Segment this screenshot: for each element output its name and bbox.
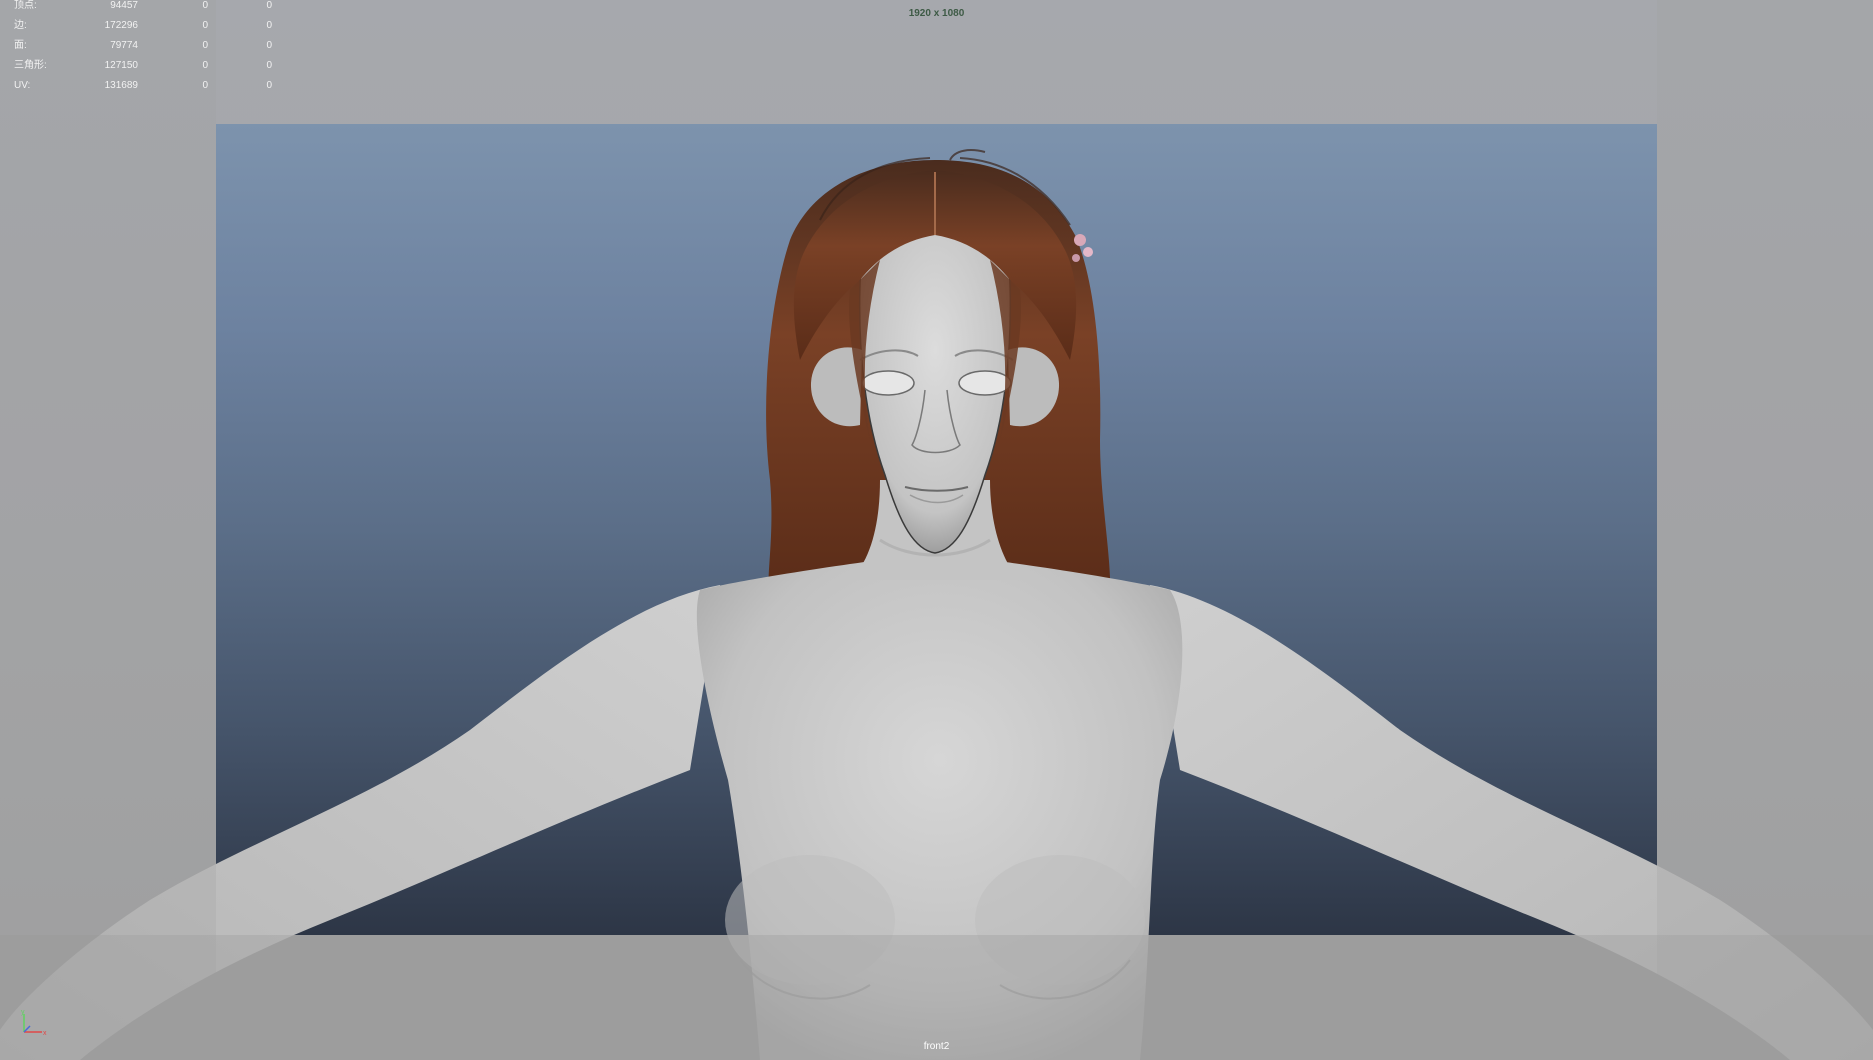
hud-value: 172296 <box>104 20 138 31</box>
right-arm <box>1150 585 1873 1060</box>
hud-value: 0 <box>202 60 208 71</box>
chest-right <box>975 855 1145 985</box>
hud-value: 94457 <box>110 0 138 11</box>
chest-left <box>725 855 895 985</box>
hud-value: 0 <box>266 40 272 51</box>
axis-gizmo-icon: y x <box>21 1009 47 1037</box>
hud-label: 顶点: <box>14 0 37 11</box>
left-arm <box>0 585 720 1060</box>
hud-value: 127150 <box>104 60 138 71</box>
hud-label: 面: <box>14 40 27 51</box>
camera-name-label: front2 <box>923 1041 950 1052</box>
hud-value: 0 <box>266 0 272 11</box>
axis-x-label: x <box>43 1030 47 1037</box>
resolution-label: 1920 x 1080 <box>908 8 965 19</box>
hud-value: 0 <box>266 60 272 71</box>
hud-value: 0 <box>266 80 272 91</box>
hud-label: UV: <box>14 80 31 91</box>
hud-value: 0 <box>202 80 208 91</box>
eye-left <box>861 370 915 396</box>
character-model[interactable] <box>0 0 1873 1060</box>
hud-label: 边: <box>14 20 27 31</box>
hud-value: 0 <box>202 20 208 31</box>
maya-viewport[interactable]: 1920 x 1080 顶点: 94457 0 0 边: 172296 0 0 … <box>0 0 1873 1060</box>
eye-right <box>958 370 1012 396</box>
hud-value: 79774 <box>110 40 138 51</box>
hud-value: 131689 <box>104 80 138 91</box>
hud-value: 0 <box>266 20 272 31</box>
hud-value: 0 <box>202 40 208 51</box>
hud-value: 0 <box>202 0 208 11</box>
hud-label: 三角形: <box>14 60 47 71</box>
axis-y-label: y <box>21 1009 25 1016</box>
